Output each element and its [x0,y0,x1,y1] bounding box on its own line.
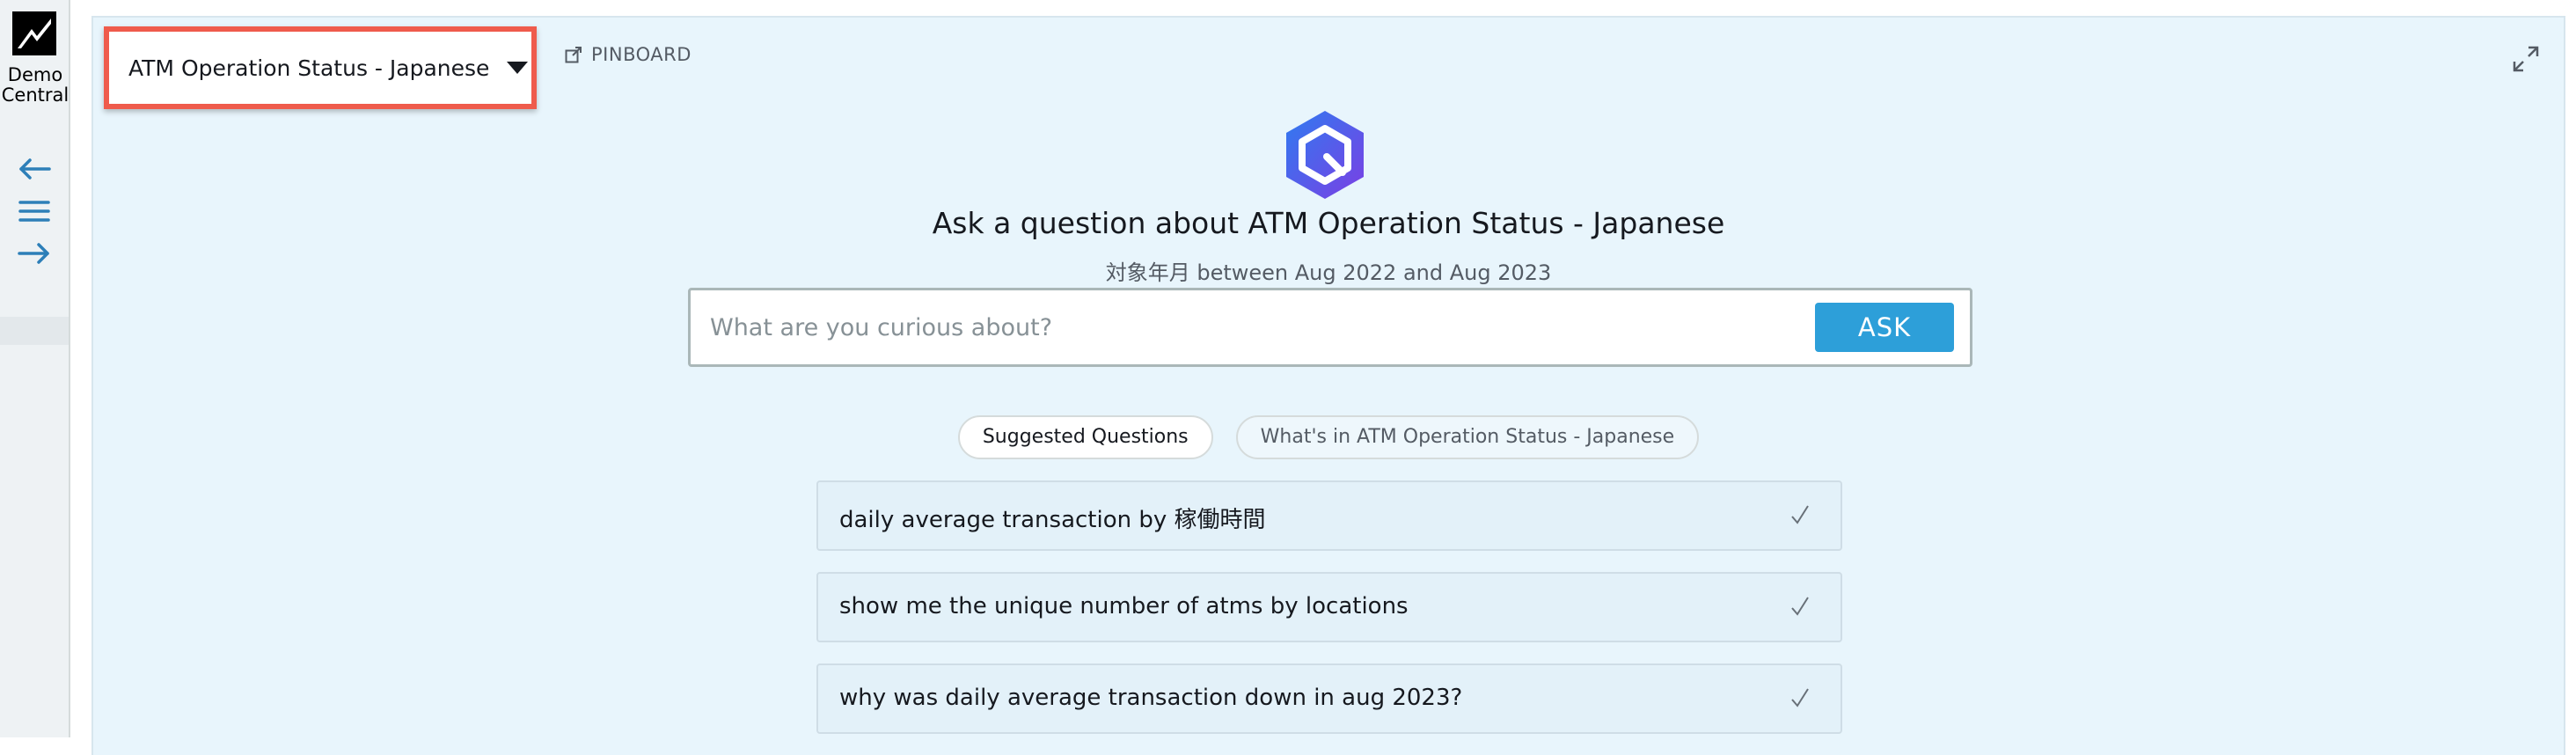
topic-selector-label: ATM Operation Status - Japanese [128,55,490,81]
suggested-question-item[interactable]: show me the unique number of atms by loc… [816,572,1842,642]
left-rail: Demo Central [0,0,70,737]
rail-divider-band [0,317,69,345]
page-title: Ask a question about ATM Operation Statu… [932,206,1725,240]
brand-line-1: Demo [7,64,63,85]
date-range-subtitle: 対象年月 between Aug 2022 and Aug 2023 [1105,260,1552,285]
brand-name: Demo Central [0,65,70,106]
topic-selector-dropdown[interactable]: ATM Operation Status - Japanese [104,26,537,109]
checkmark-icon [1791,597,1809,616]
pinboard-link[interactable]: PINBOARD [565,44,692,65]
suggested-question-text: show me the unique number of atms by loc… [839,593,1409,619]
demo-central-logo-icon[interactable] [12,11,56,55]
forward-arrow-icon[interactable] [18,241,51,266]
suggested-question-text: why was daily average transaction down i… [839,685,1463,711]
brand-line-2: Central [1,84,70,106]
q-search-panel: ATM Operation Status - Japanese PINBOARD… [91,16,2565,755]
ask-button[interactable]: ASK [1815,303,1954,352]
suggested-question-item[interactable]: why was daily average transaction down i… [816,663,1842,734]
external-link-icon [565,47,582,63]
search-input[interactable] [708,304,1799,350]
checkmark-icon [1791,505,1809,524]
q-hexagon-logo-icon [1286,111,1364,199]
back-arrow-icon[interactable] [18,157,51,181]
checkmark-icon [1791,688,1809,707]
pinboard-label: PINBOARD [591,44,692,65]
expand-icon[interactable] [2511,44,2541,74]
suggested-question-text: daily average transaction by 稼働時間 [839,507,1266,533]
tab-suggested-questions[interactable]: Suggested Questions [957,415,1213,459]
caret-down-icon [507,62,529,74]
suggestion-tabs: Suggested Questions What's in ATM Operat… [93,415,2564,459]
menu-icon[interactable] [18,199,51,224]
suggested-questions-list: daily average transaction by 稼働時間 show m… [816,480,1842,755]
tab-whats-in-topic[interactable]: What's in ATM Operation Status - Japanes… [1235,415,1700,459]
search-bar: ASK [688,288,1972,367]
suggested-question-item[interactable]: daily average transaction by 稼働時間 [816,480,1842,551]
